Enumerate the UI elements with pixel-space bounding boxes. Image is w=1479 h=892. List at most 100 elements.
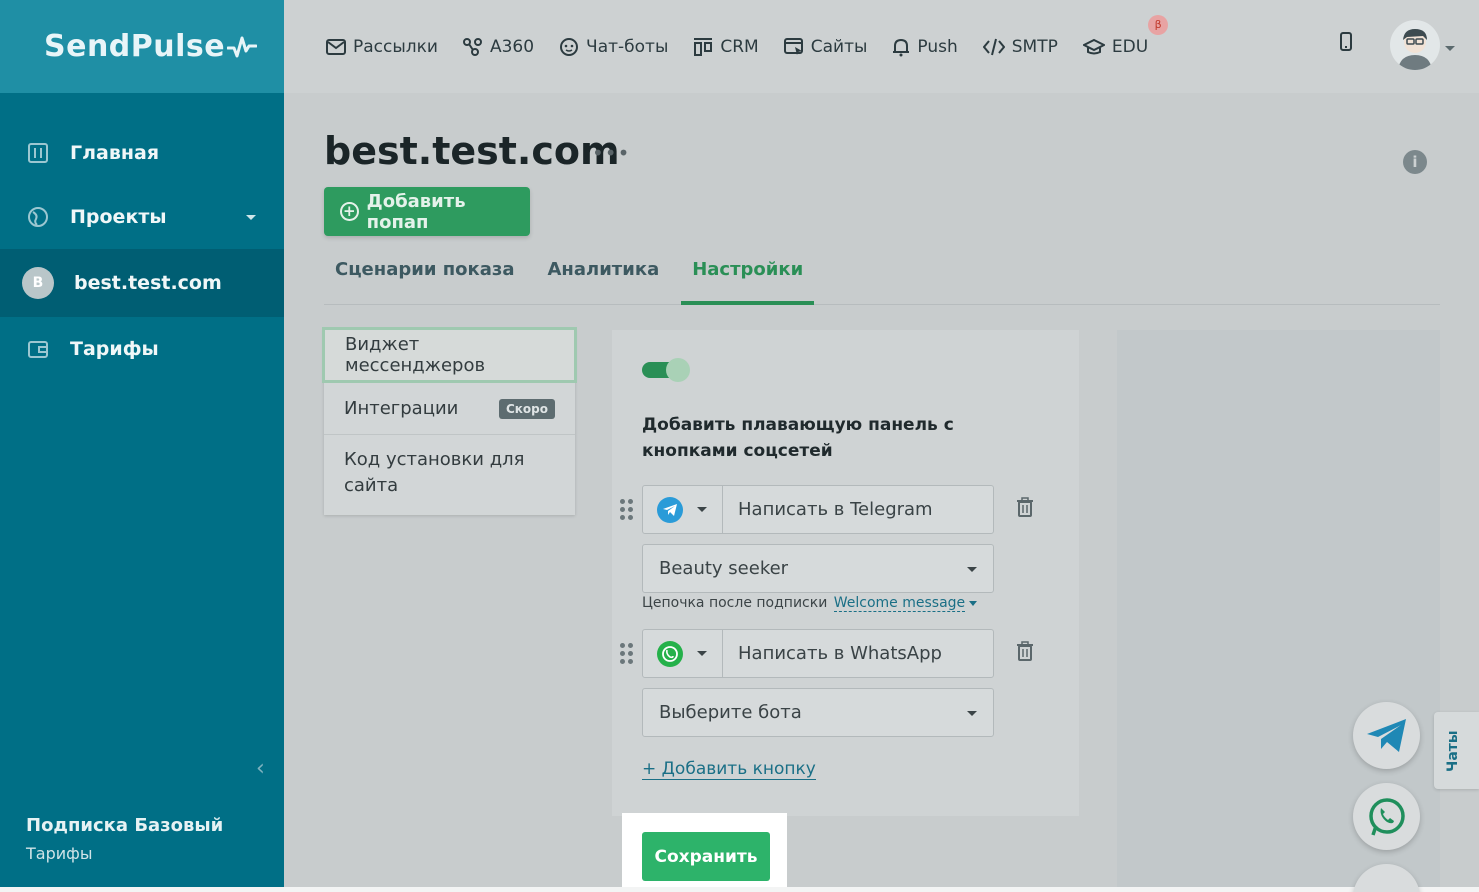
logo-text: SendPulse xyxy=(44,29,226,64)
whatsapp-icon xyxy=(657,640,683,667)
topnav-label: Push xyxy=(917,36,958,57)
subscription-chain: Цепочка после подписки Welcome message xyxy=(642,595,978,612)
user-menu-chevron-icon[interactable] xyxy=(1445,46,1455,51)
main-content: best.test.com ••• i + Добавить попап Сце… xyxy=(284,93,1479,887)
whatsapp-button-text-input[interactable]: Написать в WhatsApp xyxy=(723,630,993,677)
add-popup-label: Добавить попап xyxy=(366,190,466,233)
page-title: best.test.com xyxy=(324,129,620,173)
tab-settings[interactable]: Настройки xyxy=(681,253,815,305)
telegram-button-text-input[interactable]: Написать в Telegram xyxy=(723,486,993,533)
whatsapp-icon xyxy=(1368,797,1405,836)
sidebar-item-projects[interactable]: Проекты xyxy=(0,185,284,249)
topnav-smtp[interactable]: SMTP xyxy=(982,36,1058,57)
settings-menu-integrations[interactable]: Интеграции Скоро xyxy=(324,383,575,435)
chats-tab[interactable]: Чаты xyxy=(1434,712,1479,789)
integrations-label: Интеграции xyxy=(344,398,459,419)
chevron-down-icon xyxy=(697,507,707,512)
sidebar-item-tariffs[interactable]: Тарифы xyxy=(0,317,284,381)
whatsapp-bot-select[interactable]: Выберите бота xyxy=(642,688,994,737)
tab-display-scenarios[interactable]: Сценарии показа xyxy=(324,253,526,305)
telegram-button-row: Написать в Telegram xyxy=(642,485,994,534)
plus-circle-icon: + xyxy=(340,202,359,221)
settings-menu-messenger-widget[interactable]: Виджет мессенджеров xyxy=(322,327,577,383)
topnav-label: SMTP xyxy=(1011,36,1058,57)
beta-badge: β xyxy=(1148,14,1169,35)
topnav-edu[interactable]: EDU β xyxy=(1082,14,1169,57)
telegram-bot-value: Beauty seeker xyxy=(659,558,789,579)
add-button-link[interactable]: + Добавить кнопку xyxy=(642,759,816,780)
topnav-a360[interactable]: A360 xyxy=(462,36,535,57)
globe-icon xyxy=(26,205,50,229)
drag-handle-icon[interactable] xyxy=(620,499,634,521)
delete-telegram-icon[interactable] xyxy=(1016,497,1034,521)
sendpulse-logo[interactable]: SendPulse xyxy=(44,29,258,64)
telegram-bot-select[interactable]: Beauty seeker xyxy=(642,544,994,593)
topnav-crm[interactable]: CRM xyxy=(693,36,759,57)
topnav-label: Чат-боты xyxy=(586,36,669,57)
telegram-icon xyxy=(1366,718,1406,752)
chevron-down-icon xyxy=(967,711,977,716)
delete-whatsapp-icon[interactable] xyxy=(1016,641,1034,665)
topnav-label: A360 xyxy=(489,36,535,57)
sidebar-item-home[interactable]: Главная xyxy=(0,121,284,185)
collapse-sidebar-icon[interactable]: ‹ xyxy=(256,756,265,781)
widget-title: Добавить плавающую панель с кнопками соц… xyxy=(642,415,954,461)
chevron-down-icon xyxy=(967,567,977,572)
wallet-icon xyxy=(26,337,50,361)
plan-link[interactable]: Тарифы xyxy=(26,844,223,863)
chevron-down-icon xyxy=(246,215,256,220)
add-popup-button[interactable]: + Добавить попап xyxy=(324,187,530,236)
bell-icon xyxy=(893,38,910,56)
sidebar-item-label: best.test.com xyxy=(74,272,222,294)
messenger-widget-card: Добавить плавающую панель с кнопками соц… xyxy=(612,330,1079,816)
topnav-label: Сайты xyxy=(810,36,868,57)
topnav-chatbots[interactable]: Чат-боты xyxy=(559,37,668,57)
messenger-select-telegram[interactable] xyxy=(643,486,723,533)
drag-handle-icon[interactable] xyxy=(620,643,634,665)
settings-menu: Виджет мессенджеров Интеграции Скоро Код… xyxy=(322,327,577,515)
more-options-icon[interactable]: ••• xyxy=(592,141,630,165)
floating-telegram-button[interactable] xyxy=(1353,702,1420,769)
pulse-icon xyxy=(227,36,258,57)
tab-analytics[interactable]: Аналитика xyxy=(537,253,671,305)
soon-badge: Скоро xyxy=(498,399,555,419)
sidebar-nav: Главная Проекты B best.test.com Тарифы xyxy=(0,121,284,381)
subscription-info: Подписка Базовый Тарифы xyxy=(26,815,223,863)
settings-menu-install-code[interactable]: Код установки для сайта xyxy=(324,435,575,515)
topnav-sites[interactable]: Сайты xyxy=(783,36,868,57)
mail-icon xyxy=(326,38,346,55)
chain-select[interactable]: Welcome message xyxy=(833,595,966,612)
topnav-label: EDU xyxy=(1111,36,1149,57)
save-button[interactable]: Сохранить xyxy=(642,832,770,881)
messenger-select-whatsapp[interactable] xyxy=(643,630,723,677)
code-icon xyxy=(982,38,1005,55)
user-icon xyxy=(1398,29,1432,70)
info-icon[interactable]: i xyxy=(1403,150,1427,174)
topnav-push[interactable]: Push xyxy=(892,36,958,57)
user-avatar[interactable] xyxy=(1390,20,1440,70)
top-nav: Рассылки A360 Чат-боты CRM Сайты Push SM… xyxy=(326,14,1173,57)
whatsapp-bot-value: Выберите бота xyxy=(659,702,802,723)
sites-icon xyxy=(783,37,803,55)
project-avatar: B xyxy=(22,267,54,299)
widget-enabled-toggle[interactable] xyxy=(642,358,690,382)
topnav-label: CRM xyxy=(720,36,759,57)
topnav-label: Рассылки xyxy=(353,36,438,57)
chain-label: Цепочка после подписки xyxy=(642,595,828,611)
whatsapp-button-row: Написать в WhatsApp xyxy=(642,629,994,678)
tabs: Сценарии показа Аналитика Настройки xyxy=(324,253,1440,305)
mobile-icon[interactable] xyxy=(1339,32,1353,56)
sidebar-item-project-best-test[interactable]: B best.test.com xyxy=(0,249,284,317)
topnav-mailings[interactable]: Рассылки xyxy=(326,37,438,57)
chevron-down-icon[interactable] xyxy=(969,600,978,606)
crm-icon xyxy=(694,37,713,56)
dashboard-icon xyxy=(26,141,50,165)
sidebar-item-label: Проекты xyxy=(70,206,167,228)
save-highlight: Сохранить xyxy=(622,813,787,887)
floating-whatsapp-button[interactable] xyxy=(1353,783,1420,850)
top-bar: Рассылки A360 Чат-боты CRM Сайты Push SM… xyxy=(284,0,1479,93)
sidebar-item-label: Тарифы xyxy=(70,338,159,360)
chevron-down-icon xyxy=(697,651,707,656)
graduation-cap-icon xyxy=(1082,38,1105,54)
telegram-icon xyxy=(657,496,683,523)
